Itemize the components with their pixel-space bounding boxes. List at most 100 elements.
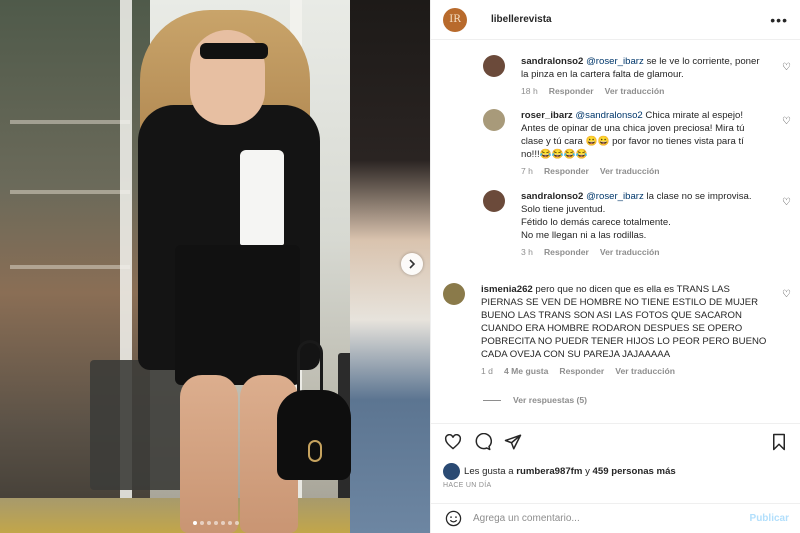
comment-line: la clase no se improvisa. — [646, 191, 752, 202]
comment-item: sandralonso2 @roser_ibarz se le ve lo co… — [483, 55, 760, 98]
divider-line — [483, 399, 501, 401]
likes-conjunction: y — [585, 466, 590, 477]
comment-item: ismenia262 pero que no dicen que es ella… — [443, 283, 766, 378]
carousel-dot — [221, 521, 225, 525]
reply-button[interactable]: Responder — [559, 365, 604, 378]
comment-text: sandralonso2 @roser_ibarz la clase no se… — [521, 190, 752, 242]
carousel-dot — [214, 521, 218, 525]
reply-button[interactable]: Responder — [549, 85, 594, 98]
comment-item: sandralonso2 @roser_ibarz la clase no se… — [483, 190, 752, 259]
commenter-avatar[interactable] — [483, 55, 505, 77]
avatar-initials: IR — [449, 14, 461, 25]
translate-button[interactable]: Ver traducción — [600, 165, 660, 178]
comment-username[interactable]: ismenia262 — [481, 284, 533, 295]
comment-username[interactable]: sandralonso2 — [521, 191, 583, 202]
comment-line: Antes de opinar de una chica joven preci… — [521, 123, 745, 134]
liker-username[interactable]: rumbera987fm — [516, 466, 582, 477]
photo-woman-leg — [180, 375, 238, 533]
photo-shelf — [10, 120, 130, 124]
comment-mention[interactable]: @roser_ibarz — [586, 56, 644, 67]
commenter-avatar[interactable] — [443, 283, 465, 305]
photo-shelf — [10, 190, 130, 194]
carousel-dot — [228, 521, 232, 525]
view-replies-label: Ver respuestas (5) — [513, 395, 588, 405]
commenter-avatar[interactable] — [483, 190, 505, 212]
comment-item: roser_ibarz @sandralonso2 Chica mirate a… — [483, 109, 744, 178]
comment-composer: Agrega un comentario... Publicar — [431, 503, 800, 533]
comment-line: pero que no dicen que es ella es TRANS L… — [535, 284, 730, 295]
bookmark-icon[interactable] — [768, 431, 790, 453]
comment-like-heart-icon[interactable]: ♡ — [782, 62, 791, 73]
comment-icon[interactable] — [472, 431, 494, 453]
photo-bag-logo — [308, 440, 322, 462]
instagram-post-view: IR libellerevista ••• sandralonso2 @rose… — [0, 0, 800, 533]
comment-line: CADA OVEJA CON SU PAREJA JAJAAAAA — [481, 349, 671, 360]
carousel-dot — [235, 521, 239, 525]
comment-line: BUENO LAS TRANS SON ASI LAS FOTOS QUE SA… — [481, 310, 742, 321]
photo-shelf — [10, 265, 130, 269]
comment-body: ismenia262 pero que no dicen que es ella… — [481, 283, 766, 378]
translate-button[interactable]: Ver traducción — [600, 246, 660, 259]
author-avatar[interactable]: IR — [443, 7, 467, 32]
likes-others[interactable]: 459 personas más — [593, 466, 676, 477]
author-username[interactable]: libellerevista — [491, 14, 552, 25]
send-icon[interactable] — [502, 431, 524, 453]
comment-mention[interactable]: @roser_ibarz — [586, 191, 644, 202]
comment-meta: 7 h Responder Ver traducción — [521, 165, 744, 178]
comment-body: sandralonso2 @roser_ibarz se le ve lo co… — [521, 55, 760, 98]
photo-sunglasses — [200, 43, 268, 59]
comment-text: ismenia262 pero que no dicen que es ella… — [481, 283, 766, 361]
comment-likes-count[interactable]: 4 Me gusta — [504, 365, 548, 378]
translate-button[interactable]: Ver traducción — [615, 365, 675, 378]
comment-username[interactable]: roser_ibarz — [521, 110, 573, 121]
comments-list: sandralonso2 @roser_ibarz se le ve lo co… — [431, 41, 800, 422]
carousel-indicator — [193, 521, 239, 525]
reply-button[interactable]: Responder — [544, 246, 589, 259]
comment-line: clase y tú cara 😀😀 por favor no tienes v… — [521, 136, 744, 147]
photo-handbag — [277, 390, 351, 480]
comment-like-heart-icon[interactable]: ♡ — [782, 289, 791, 300]
carousel-dot — [207, 521, 211, 525]
heart-icon[interactable] — [442, 431, 464, 453]
likes-prefix: Les gusta a — [464, 466, 514, 477]
comment-line: No me llegan ni a las rodillas. — [521, 230, 647, 241]
comment-time: 7 h — [521, 166, 533, 176]
carousel-dot — [193, 521, 197, 525]
more-horizontal-icon[interactable]: ••• — [770, 12, 788, 28]
translate-button[interactable]: Ver traducción — [605, 85, 665, 98]
comment-time: 18 h — [521, 86, 538, 96]
post-action-bar — [431, 423, 800, 459]
post-timestamp[interactable]: HACE UN DÍA — [443, 482, 491, 489]
comment-body: roser_ibarz @sandralonso2 Chica mirate a… — [521, 109, 744, 178]
comment-mention[interactable]: @sandralonso2 — [575, 110, 642, 121]
comment-body: sandralonso2 @roser_ibarz la clase no se… — [521, 190, 752, 259]
comment-meta: 1 d 4 Me gusta Responder Ver traducción — [481, 365, 766, 378]
liker-avatar[interactable] — [443, 463, 460, 480]
comment-like-heart-icon[interactable]: ♡ — [782, 116, 791, 127]
post-side-panel: IR libellerevista ••• sandralonso2 @rose… — [430, 0, 800, 533]
photo-woman-top — [240, 150, 284, 245]
post-photo[interactable] — [0, 0, 430, 533]
emoji-icon[interactable] — [443, 509, 463, 529]
commenter-avatar[interactable] — [483, 109, 505, 131]
reply-button[interactable]: Responder — [544, 165, 589, 178]
comment-line: POBRECITA NO PUEDR TENER HIJOS LO PEOR P… — [481, 336, 767, 347]
comment-time: 3 h — [521, 247, 533, 257]
comment-time: 1 d — [481, 366, 493, 376]
comment-line: Solo tiene juventud. — [521, 204, 606, 215]
comment-meta: 3 h Responder Ver traducción — [521, 246, 752, 259]
comment-text: sandralonso2 @roser_ibarz se le ve lo co… — [521, 55, 760, 81]
view-replies-button[interactable]: Ver respuestas (5) — [483, 395, 587, 405]
comment-like-heart-icon[interactable]: ♡ — [782, 197, 791, 208]
post-header: IR libellerevista ••• — [431, 0, 800, 40]
comment-text: roser_ibarz @sandralonso2 Chica mirate a… — [521, 109, 744, 161]
photo-woman-shorts — [175, 245, 300, 385]
carousel-next-button[interactable] — [401, 253, 423, 275]
chevron-right-icon — [409, 259, 416, 269]
comment-input[interactable]: Agrega un comentario... — [473, 513, 750, 524]
comment-line: no!!!😂😂😂😂 — [521, 149, 588, 160]
likes-summary: Les gusta a rumbera987fm y 459 personas … — [443, 463, 676, 480]
comment-line: la pinza en la cartera falta de glamour. — [521, 69, 684, 80]
post-comment-button[interactable]: Publicar — [750, 513, 789, 524]
comment-username[interactable]: sandralonso2 — [521, 56, 583, 67]
